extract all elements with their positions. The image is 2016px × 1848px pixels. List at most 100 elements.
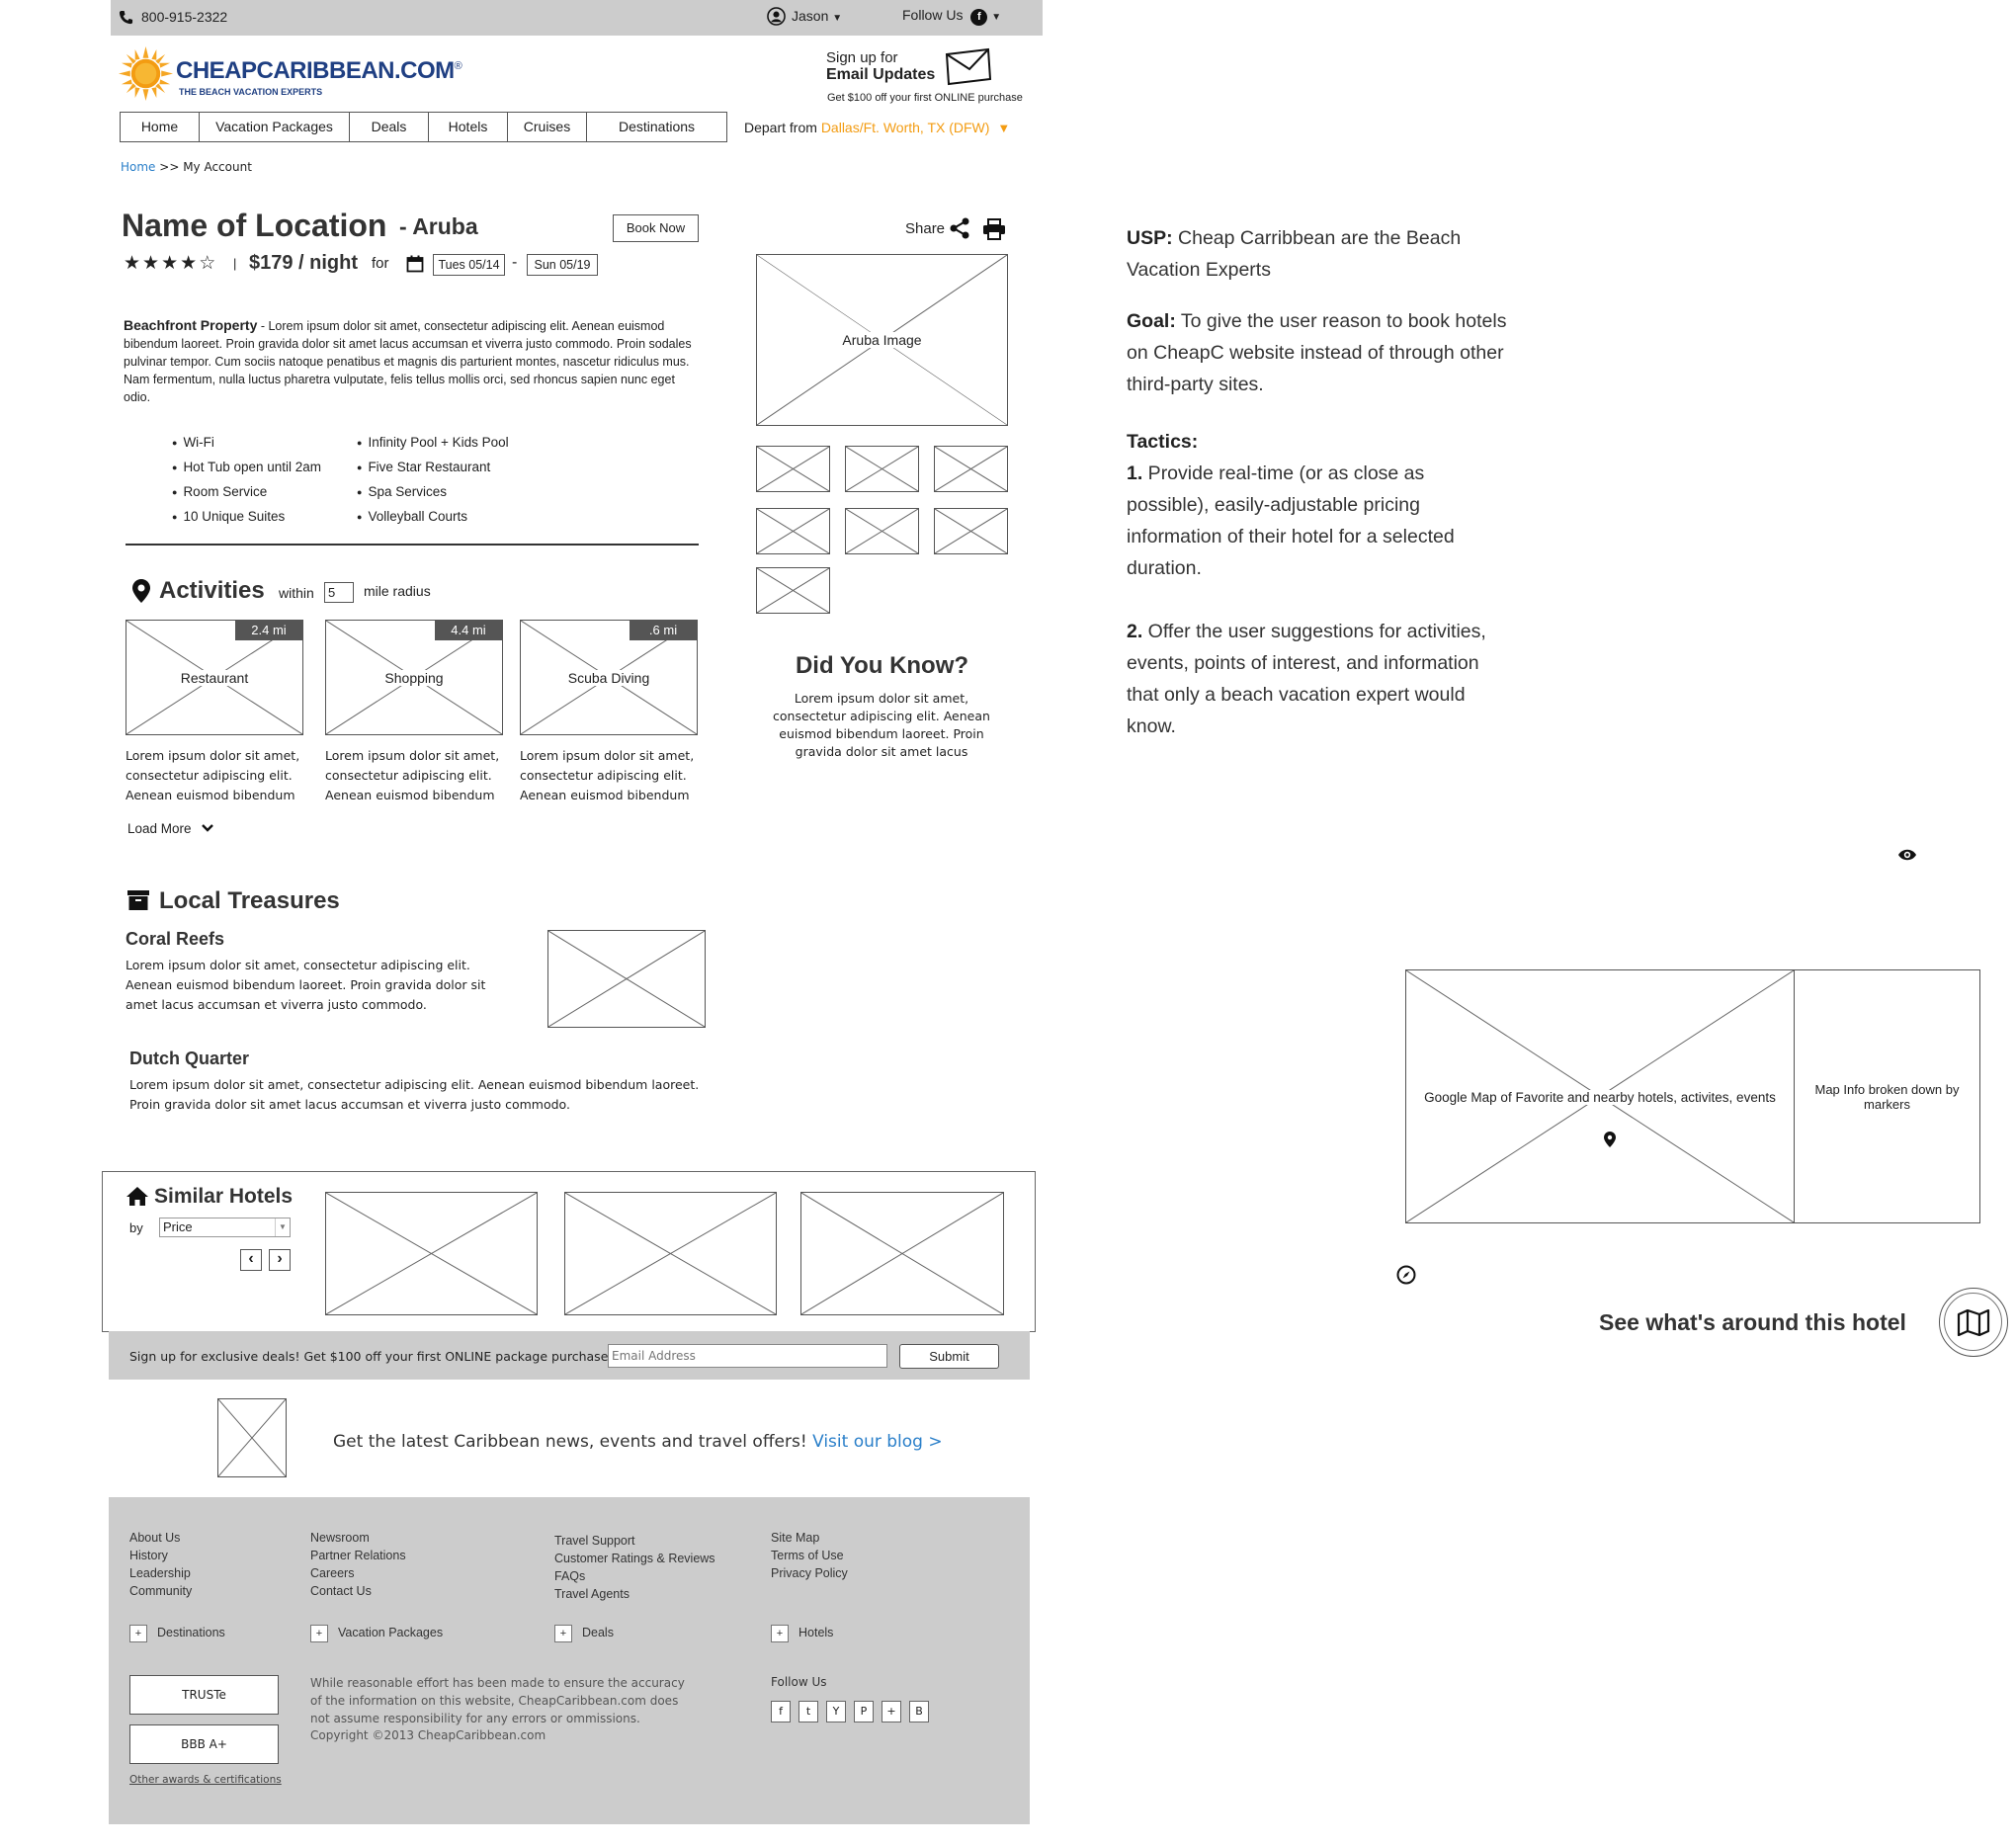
- social-icon[interactable]: P: [854, 1701, 874, 1722]
- load-more-button[interactable]: Load More: [127, 821, 214, 836]
- footer-expander[interactable]: + Vacation Packages: [310, 1624, 443, 1642]
- footer-link[interactable]: Travel Agents: [554, 1585, 715, 1603]
- map-marker-icon[interactable]: [1604, 1132, 1616, 1147]
- footer-link[interactable]: History: [129, 1547, 192, 1564]
- share-icon[interactable]: [949, 217, 970, 239]
- awards-link[interactable]: Other awards & certifications: [129, 1774, 282, 1786]
- footer-link[interactable]: Travel Support: [554, 1532, 715, 1550]
- similar-hotel-card[interactable]: [325, 1192, 538, 1315]
- nav-destinations[interactable]: Destinations: [587, 113, 726, 141]
- gallery-thumbnail[interactable]: [756, 446, 830, 492]
- footer-link[interactable]: Site Map: [771, 1529, 848, 1547]
- similar-hotel-card[interactable]: [564, 1192, 777, 1315]
- nav-home[interactable]: Home: [121, 113, 200, 141]
- sort-select[interactable]: Price ▼: [159, 1218, 291, 1237]
- blog-image[interactable]: [217, 1398, 287, 1477]
- similar-hotel-card[interactable]: [800, 1192, 1004, 1315]
- footer-link[interactable]: Newsroom: [310, 1529, 406, 1547]
- main-hotel-image[interactable]: Aruba Image: [756, 254, 1008, 426]
- tactics-note: Tactics: 1. Provide real-time (or as clo…: [1127, 426, 1512, 742]
- footer-link[interactable]: Careers: [310, 1564, 406, 1582]
- breadcrumb-home[interactable]: Home: [121, 160, 155, 174]
- check-out-date[interactable]: Sun 05/19: [527, 254, 598, 276]
- gallery-thumbnail[interactable]: [756, 567, 830, 614]
- activity-card[interactable]: Scuba Diving .6 mi: [520, 620, 698, 735]
- footer-expander[interactable]: + Destinations: [129, 1624, 225, 1642]
- brand-name-text: CHEAPCARIBBEAN.COM: [176, 57, 455, 84]
- email-address-input[interactable]: [608, 1344, 887, 1368]
- usp-text: Cheap Carribbean are the Beach Vacation …: [1127, 227, 1462, 281]
- radius-unit: mile radius: [364, 583, 431, 599]
- footer-link[interactable]: Privacy Policy: [771, 1564, 848, 1582]
- nav-hotels[interactable]: Hotels: [429, 113, 508, 141]
- nav-cruises[interactable]: Cruises: [508, 113, 587, 141]
- phone-number[interactable]: 800-915-2322: [141, 9, 227, 25]
- star-filled-icon: ★: [161, 253, 181, 274]
- footer-copyright: Copyright ©2013 CheapCaribbean.com: [310, 1728, 546, 1742]
- gallery-thumbnail[interactable]: [845, 508, 919, 554]
- eye-icon[interactable]: [1897, 848, 1917, 862]
- footer-link[interactable]: Customer Ratings & Reviews: [554, 1550, 715, 1567]
- gallery-thumbnail[interactable]: [756, 508, 830, 554]
- activity-card[interactable]: Shopping 4.4 mi: [325, 620, 503, 735]
- star-empty-icon: ☆: [199, 253, 218, 274]
- goal-note: Goal: To give the user reason to book ho…: [1127, 305, 1512, 400]
- price-per-night: $179 / night: [249, 252, 359, 274]
- google-map[interactable]: Google Map of Favorite and nearby hotels…: [1405, 969, 1795, 1223]
- print-icon[interactable]: [982, 218, 1006, 240]
- load-more-label: Load More: [127, 821, 192, 836]
- social-icon[interactable]: B: [909, 1701, 929, 1722]
- nav-deals[interactable]: Deals: [350, 113, 429, 141]
- footer-expander[interactable]: + Hotels: [771, 1624, 833, 1642]
- social-icon[interactable]: f: [771, 1701, 791, 1722]
- brand-name[interactable]: CHEAPCARIBBEAN.COM®: [176, 57, 462, 85]
- social-icon[interactable]: t: [798, 1701, 818, 1722]
- gallery-thumbnail[interactable]: [934, 508, 1008, 554]
- prev-arrow-button[interactable]: ‹: [240, 1249, 262, 1271]
- breadcrumb: Home >> My Account: [121, 160, 252, 174]
- sun-logo-icon[interactable]: [119, 46, 173, 101]
- footer-link[interactable]: Terms of Use: [771, 1547, 848, 1564]
- social-icon[interactable]: Y: [826, 1701, 846, 1722]
- follow-us-menu[interactable]: Follow Us f ▼: [902, 7, 1001, 26]
- tactic-1-text: Provide real-time (or as close as possib…: [1127, 462, 1455, 579]
- envelope-icon[interactable]: [944, 47, 993, 87]
- activity-card[interactable]: Restaurant 2.4 mi: [126, 620, 303, 735]
- nav-vacation-packages[interactable]: Vacation Packages: [200, 113, 350, 141]
- footer-expander[interactable]: + Deals: [554, 1624, 614, 1642]
- truste-badge[interactable]: TRUSTe: [129, 1675, 279, 1715]
- check-in-date[interactable]: Tues 05/14: [433, 254, 505, 276]
- user-menu[interactable]: Jason ▼: [792, 8, 842, 24]
- amenities-left: Wi-Fi Hot Tub open until 2am Room Servic…: [172, 431, 321, 530]
- footer-link[interactable]: About Us: [129, 1529, 192, 1547]
- goal-label: Goal:: [1127, 310, 1176, 332]
- compass-icon[interactable]: [1396, 1265, 1416, 1285]
- treasure-image[interactable]: [547, 930, 706, 1028]
- social-icon[interactable]: +: [882, 1701, 901, 1722]
- gallery-thumbnail[interactable]: [934, 446, 1008, 492]
- book-now-button[interactable]: Book Now: [613, 214, 699, 242]
- email-signup-line2[interactable]: Email Updates: [826, 66, 935, 84]
- map-toggle-button[interactable]: [1939, 1288, 2008, 1357]
- next-arrow-button[interactable]: ›: [269, 1249, 291, 1271]
- depart-from[interactable]: Depart from Dallas/Ft. Worth, TX (DFW) ▼: [744, 120, 1010, 135]
- phone-icon: [119, 10, 133, 25]
- gallery-thumbnail[interactable]: [845, 446, 919, 492]
- footer-link[interactable]: FAQs: [554, 1567, 715, 1585]
- see-around-hotel-label[interactable]: See what's around this hotel: [1599, 1309, 1906, 1336]
- footer-link[interactable]: Leadership: [129, 1564, 192, 1582]
- visit-blog-link[interactable]: Visit our blog >: [812, 1432, 943, 1452]
- share-label[interactable]: Share: [905, 220, 945, 237]
- submit-button[interactable]: Submit: [899, 1344, 999, 1369]
- did-you-know-title: Did You Know?: [795, 652, 969, 679]
- footer-link[interactable]: Partner Relations: [310, 1547, 406, 1564]
- amenity-item: 10 Unique Suites: [172, 505, 321, 530]
- treasure-coral-reefs-text: Lorem ipsum dolor sit amet, consectetur …: [126, 958, 486, 1012]
- footer-link[interactable]: Community: [129, 1582, 192, 1600]
- footer-link[interactable]: Contact Us: [310, 1582, 406, 1600]
- bbb-badge[interactable]: BBB A+: [129, 1724, 279, 1764]
- select-arrow-icon: ▼: [275, 1218, 290, 1236]
- folded-map-icon: [1957, 1309, 1990, 1336]
- calendar-icon[interactable]: [406, 255, 424, 273]
- radius-input[interactable]: 5: [324, 582, 354, 603]
